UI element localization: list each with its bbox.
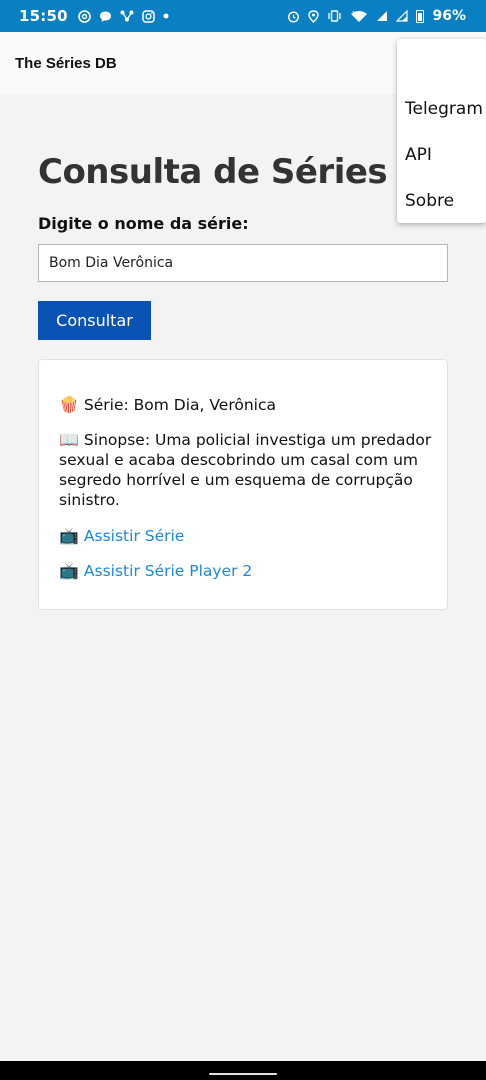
battery-icon [416, 9, 425, 23]
synopsis-text: Sinopse: Uma policial investiga um preda… [59, 431, 432, 509]
signal-icon [376, 10, 388, 22]
status-bar: 15:50 96% [0, 0, 486, 32]
watch-series-player2-link[interactable]: Assistir Série Player 2 [84, 562, 252, 580]
app-title: The Séries DB [15, 54, 117, 72]
network-icon [120, 10, 134, 22]
book-icon: 📖 [59, 430, 79, 449]
alarm-icon [287, 10, 300, 23]
instagram-icon [142, 9, 155, 23]
menu-item-telegram[interactable]: Telegram [405, 99, 483, 119]
result-series-title: 🍿 Série: Bom Dia, Verônica [59, 395, 435, 415]
navigation-bar [0, 1061, 486, 1080]
menu-item-api[interactable]: API [405, 145, 432, 165]
series-search-input[interactable] [38, 244, 448, 282]
tv-icon: 📺 [59, 561, 79, 580]
tv-icon: 📺 [59, 526, 79, 545]
battery-percent: 96% [432, 8, 466, 24]
dot-icon [163, 13, 169, 19]
watch-player2-link-row: 📺 Assistir Série Player 2 [59, 561, 435, 581]
series-title-text: Série: Bom Dia, Verônica [83, 396, 276, 414]
home-gesture-handle[interactable] [209, 1073, 277, 1075]
status-bar-right: 96% [287, 8, 466, 24]
result-card: 🍿 Série: Bom Dia, Verônica 📖 Sinopse: Uma … [38, 359, 448, 610]
signal-icon [396, 10, 409, 22]
search-label: Digite o nome da série: [38, 214, 249, 233]
watch-link-row: 📺 Assistir Série [59, 526, 435, 546]
chat-icon [99, 10, 112, 23]
threads-icon [77, 9, 91, 23]
location-icon [308, 9, 320, 23]
wifi-icon [350, 10, 368, 23]
popcorn-icon: 🍿 [59, 395, 79, 414]
vibrate-icon [327, 10, 342, 22]
status-time: 15:50 [19, 7, 68, 25]
watch-series-link[interactable]: Assistir Série [84, 527, 184, 545]
overflow-menu: Telegram API Sobre [397, 39, 486, 223]
menu-item-sobre[interactable]: Sobre [405, 191, 454, 211]
consult-button[interactable]: Consultar [38, 301, 151, 340]
page-title: Consulta de Séries [38, 152, 388, 192]
result-synopsis: 📖 Sinopse: Uma policial investiga um pred… [59, 430, 435, 510]
status-bar-left: 15:50 [19, 7, 169, 25]
